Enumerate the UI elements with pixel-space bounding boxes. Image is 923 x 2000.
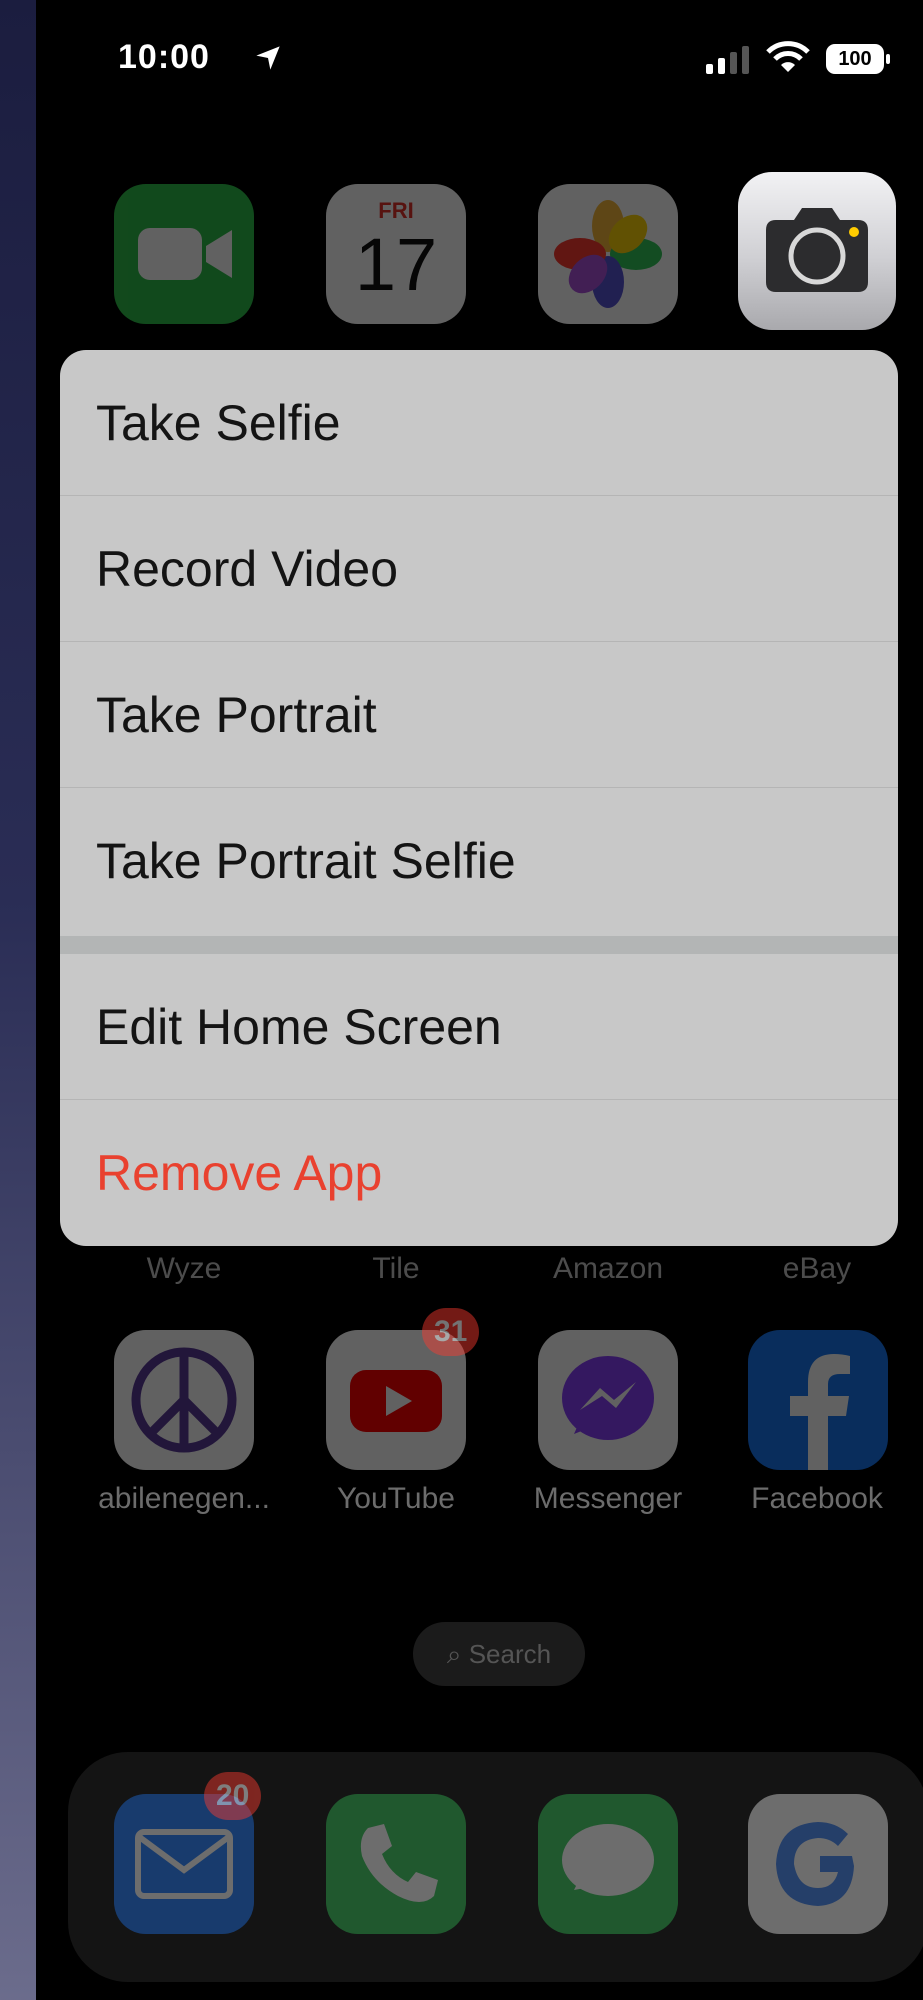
video-camera-icon [138,228,232,280]
app-label-amazon: Amazon [552,1252,664,1285]
app-label-abilenegen: abilenegen... [98,1482,270,1515]
facebook-app-icon[interactable] [748,1330,888,1470]
menu-item-record-video[interactable]: Record Video [60,496,898,642]
phone-app-icon[interactable] [326,1794,466,1934]
search-label: Search [468,1639,552,1669]
battery-indicator: 100 [826,44,884,74]
menu-item-take-portrait-selfie[interactable]: Take Portrait Selfie [60,788,898,936]
youtube-badge: 31 [422,1308,480,1356]
location-arrow-icon [256,46,280,70]
search-icon: ⌕ [446,1639,462,1669]
camera-app-icon[interactable] [738,172,896,330]
dock: 20 [68,1752,923,1982]
menu-item-label: Record Video [96,541,399,597]
calendar-day: FRI [378,198,414,223]
app-label-facebook: Facebook [751,1482,883,1515]
menu-item-take-portrait[interactable]: Take Portrait [60,642,898,788]
messenger-bolt-icon [562,1356,654,1440]
messages-app-icon[interactable] [538,1794,678,1934]
app-label-ebay: eBay [782,1252,852,1285]
menu-item-label: Edit Home Screen [96,999,502,1055]
photos-flower-icon [554,200,662,308]
app-label-youtube: YouTube [337,1482,455,1515]
battery-cap [886,54,890,64]
menu-item-label: Take Portrait [96,687,377,743]
abilenegen-app-icon[interactable] [114,1330,254,1470]
home-screen: 10:00 100 FRI 17 Take Selfie Record Vide… [36,0,923,2000]
messenger-app-icon[interactable] [538,1330,678,1470]
menu-item-remove-app[interactable]: Remove App [60,1100,898,1246]
facebook-f-icon [790,1354,850,1470]
calendar-app-icon[interactable]: FRI 17 [326,184,466,324]
peace-sign-icon [131,1347,237,1453]
calendar-date: 17 [354,223,438,306]
app-label-tile: Tile [372,1252,420,1285]
menu-item-edit-home-screen[interactable]: Edit Home Screen [60,954,898,1100]
app-label-messenger: Messenger [533,1482,683,1515]
google-app-icon[interactable] [748,1794,888,1934]
facetime-app-icon[interactable] [114,184,254,324]
google-g-icon [776,1822,854,1906]
camera-context-menu: Take Selfie Record Video Take Portrait T… [60,350,898,1246]
mail-badge: 20 [204,1772,262,1820]
menu-item-label: Take Portrait Selfie [96,833,516,889]
phone-handset-icon [360,1824,438,1902]
camera-icon [766,208,868,292]
status-bar: 10:00 100 [36,0,923,120]
home-search-button[interactable]: ⌕ Search [413,1622,585,1686]
app-label-wyze: Wyze [146,1252,222,1285]
cellular-signal-icon [706,46,749,74]
speech-bubble-icon [562,1824,654,1896]
menu-section-divider [60,936,898,954]
status-time: 10:00 [118,38,210,76]
menu-item-label: Take Selfie [96,395,341,451]
menu-item-label: Remove App [96,1145,383,1201]
wifi-icon [766,41,810,72]
menu-item-take-selfie[interactable]: Take Selfie [60,350,898,496]
photos-app-icon[interactable] [538,184,678,324]
